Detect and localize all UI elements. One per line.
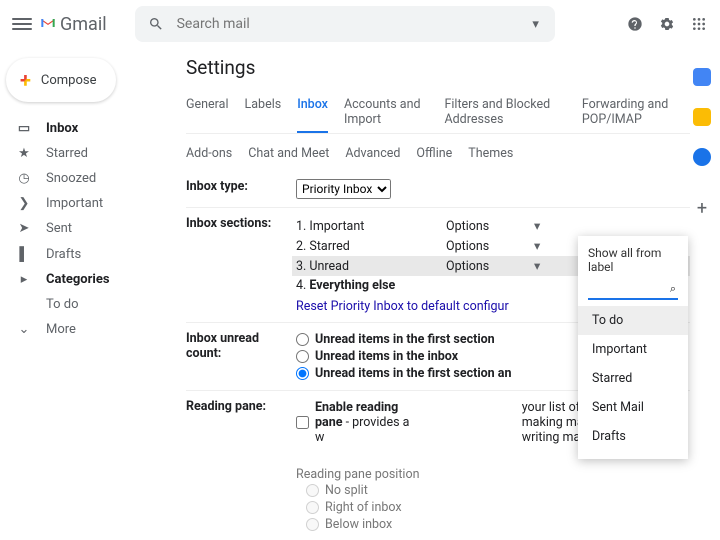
settings-tabs-2: Add-ons Chat and Meet Advanced Offline Theme… <box>186 140 690 171</box>
options-link[interactable]: Options <box>446 239 516 254</box>
nav-inbox[interactable]: ▭Inbox <box>6 116 144 141</box>
caret-icon: ▸ <box>16 272 32 287</box>
reading-pane-checkbox[interactable] <box>296 416 309 429</box>
popup-header: Show all from label <box>578 244 688 280</box>
popup-option[interactable]: Drafts <box>578 422 688 451</box>
logo-m-icon <box>40 12 56 37</box>
gmail-logo[interactable]: Gmail <box>40 12 107 37</box>
search-bar[interactable]: ▾ <box>135 6 555 42</box>
compose-label: Compose <box>41 73 97 88</box>
unread-radio[interactable] <box>296 333 309 346</box>
tab-labels[interactable]: Labels <box>245 91 282 133</box>
tab-general[interactable]: General <box>186 91 229 133</box>
nav-starred[interactable]: ★Starred <box>6 141 144 166</box>
nav-important[interactable]: ❯Important <box>6 191 144 216</box>
sections-label: Inbox sections: <box>186 216 296 314</box>
reading-label: Reading pane: <box>186 399 296 533</box>
nav-to-do[interactable]: To do <box>6 292 144 317</box>
unread-radio[interactable] <box>296 350 309 363</box>
nav-drafts[interactable]: ▌Drafts <box>6 241 144 267</box>
tab-chat-and-meet[interactable]: Chat and Meet <box>248 146 329 161</box>
search-icon <box>147 15 165 33</box>
inbox-type-select[interactable]: Priority Inbox <box>296 179 391 199</box>
nav-categories[interactable]: ▸Categories <box>6 267 144 292</box>
popup-option[interactable]: Important <box>578 335 688 364</box>
tab-filters-and-blocked-addresses[interactable]: Filters and Blocked Addresses <box>444 91 565 133</box>
caret-icon[interactable]: ▾ <box>534 238 540 254</box>
options-link[interactable]: Options <box>446 259 516 274</box>
tab-add-ons[interactable]: Add-ons <box>186 146 232 161</box>
plus-icon: + <box>20 68 31 92</box>
settings-tabs: General Labels Inbox Accounts and Import Fil… <box>186 91 690 134</box>
send-icon: ➤ <box>16 221 32 236</box>
caret-icon[interactable]: ▾ <box>534 258 540 274</box>
settings-icon[interactable] <box>658 15 676 33</box>
star-icon: ★ <box>16 146 32 161</box>
tab-forwarding-and-pop-imap[interactable]: Forwarding and POP/IMAP <box>582 91 690 133</box>
nav-snoozed[interactable]: ◷Snoozed <box>6 166 144 191</box>
tab-advanced[interactable]: Advanced <box>345 146 400 161</box>
nav-more[interactable]: ⌄More <box>6 317 144 342</box>
menu-icon[interactable] <box>12 18 32 30</box>
clock-icon: ◷ <box>16 171 32 186</box>
inbox-icon: ▭ <box>16 121 32 136</box>
help-icon[interactable] <box>626 15 644 33</box>
dropdown-icon[interactable]: ▾ <box>527 15 545 33</box>
compose-button[interactable]: + Compose <box>6 58 116 102</box>
label-popup: Show all from label ⌕ To doImportantStar… <box>578 236 688 459</box>
file-icon: ▌ <box>16 246 32 262</box>
unread-radio[interactable] <box>296 367 309 380</box>
unread-label: Inbox unread count: <box>186 331 296 382</box>
pos-radio <box>306 484 319 497</box>
nav-sent[interactable]: ➤Sent <box>6 216 144 241</box>
tab-inbox[interactable]: Inbox <box>297 91 328 133</box>
search-input[interactable] <box>177 16 543 32</box>
reading-pos-label: Reading pane position <box>296 467 690 482</box>
pos-radio <box>306 518 319 531</box>
important-icon: ❯ <box>16 196 32 211</box>
popup-search-input[interactable]: ⌕ <box>588 280 678 300</box>
popup-option[interactable]: Starred <box>578 364 688 393</box>
pos-radio <box>306 501 319 514</box>
tab-accounts-and-import[interactable]: Accounts and Import <box>344 91 428 133</box>
inbox-type-label: Inbox type: <box>186 179 296 199</box>
section-row: 1. ImportantOptions▾ <box>296 216 690 236</box>
caret-icon[interactable]: ▾ <box>534 218 540 234</box>
brand-text: Gmail <box>60 14 107 35</box>
left-nav: + Compose ▭Inbox★Starred◷Snoozed❯Importa… <box>0 48 150 540</box>
tab-themes[interactable]: Themes <box>468 146 513 161</box>
options-link[interactable]: Options <box>446 219 516 234</box>
popup-option[interactable]: Sent Mail <box>578 393 688 422</box>
page-title: Settings <box>186 56 690 79</box>
tab-offline[interactable]: Offline <box>416 146 452 161</box>
chev-icon: ⌄ <box>16 322 32 337</box>
popup-option[interactable]: To do <box>578 306 688 335</box>
apps-icon[interactable] <box>690 15 708 33</box>
